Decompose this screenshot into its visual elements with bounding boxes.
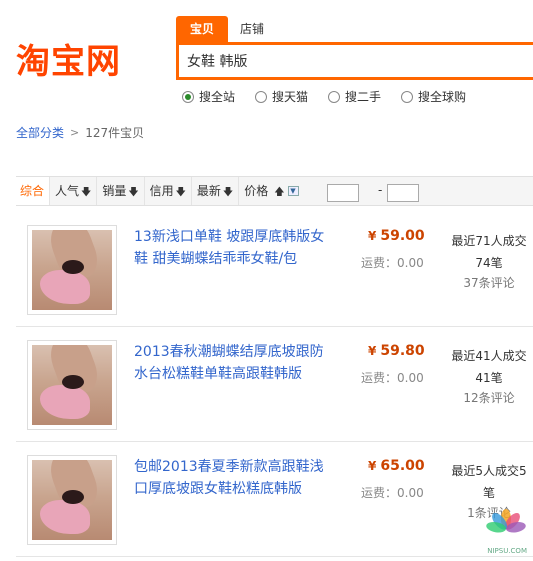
recent-sales: 最近41人成交41笔 bbox=[451, 349, 527, 385]
scope-label: 搜全球购 bbox=[418, 90, 467, 104]
sort-label: 价格 bbox=[244, 184, 269, 198]
price-min-input[interactable] bbox=[327, 184, 359, 202]
radio-icon[interactable] bbox=[401, 90, 414, 103]
sort-sales[interactable]: 销量 🡇 bbox=[97, 177, 145, 205]
product-price: ¥59.00 bbox=[368, 228, 425, 244]
search-tabs: 宝贝 店铺 bbox=[176, 16, 276, 42]
price-value: 65.00 bbox=[380, 458, 425, 474]
scope-tmall[interactable]: 搜天猫 bbox=[255, 88, 308, 105]
product-title[interactable]: 13新浅口单鞋 坡跟厚底韩版女鞋 甜美蝴蝶结乖乖女鞋/包 bbox=[134, 226, 326, 270]
review-count[interactable]: 12条评论 bbox=[449, 389, 529, 406]
product-title[interactable]: 2013春秋潮蝴蝶结厚底坡跟防水台松糕鞋单鞋高跟鞋韩版 bbox=[134, 341, 326, 385]
taobao-logo[interactable]: 淘宝网 bbox=[16, 42, 121, 82]
arrow-down-icon: 🡇 bbox=[175, 187, 186, 198]
watermark-text: NIPSU.COM bbox=[487, 547, 527, 555]
arrow-up-icon: 🡅 bbox=[274, 187, 285, 198]
shipping-fee: 运费：0.00 bbox=[361, 371, 424, 385]
scope-global[interactable]: 搜全球购 bbox=[401, 88, 466, 105]
scope-label: 搜天猫 bbox=[272, 90, 309, 104]
sort-bar: 综合 人气 🡇 销量 🡇 信用 🡇 最新 🡇 价格 🡅 ▼ - bbox=[16, 176, 533, 206]
price-value: 59.80 bbox=[380, 343, 425, 359]
product-price: ¥65.00 bbox=[368, 458, 425, 474]
review-count[interactable]: 37条评论 bbox=[449, 274, 529, 291]
arrow-down-icon: 🡇 bbox=[128, 187, 139, 198]
product-image[interactable] bbox=[27, 340, 117, 430]
radio-selected-icon[interactable] bbox=[182, 90, 194, 103]
shipping-fee: 运费：0.00 bbox=[361, 486, 424, 500]
tab-shops[interactable]: 店铺 bbox=[228, 16, 276, 42]
radio-icon[interactable] bbox=[328, 90, 341, 103]
tab-items[interactable]: 宝贝 bbox=[176, 16, 229, 42]
list-item: 包邮2013春夏季新款高跟鞋浅口厚底坡跟女鞋松糕底韩版 ¥65.00 运费：0.… bbox=[16, 442, 533, 557]
currency-symbol: ¥ bbox=[368, 229, 377, 243]
list-item: 13新浅口单鞋 坡跟厚底韩版女鞋 甜美蝴蝶结乖乖女鞋/包 ¥59.00 运费：0… bbox=[16, 212, 533, 327]
arrow-down-icon: 🡇 bbox=[81, 187, 92, 198]
search-input[interactable] bbox=[179, 45, 533, 77]
sort-credit[interactable]: 信用 🡇 bbox=[145, 177, 192, 205]
sort-default[interactable]: 综合 bbox=[16, 177, 51, 205]
search-scope: 搜全站 搜天猫 搜二手 搜全球购 bbox=[182, 88, 486, 105]
recent-sales: 最近71人成交74笔 bbox=[451, 234, 527, 270]
shipping-fee: 运费：0.00 bbox=[361, 256, 424, 270]
scope-second-hand[interactable]: 搜二手 bbox=[328, 88, 381, 105]
breadcrumb: 全部分类 > 127件宝贝 bbox=[16, 124, 144, 141]
dropdown-icon[interactable]: ▼ bbox=[287, 185, 299, 196]
list-item: 2013春秋潮蝴蝶结厚底坡跟防水台松糕鞋单鞋高跟鞋韩版 ¥59.80 运费：0.… bbox=[16, 327, 533, 442]
product-image[interactable] bbox=[27, 455, 117, 545]
price-max-input[interactable] bbox=[387, 184, 419, 202]
arrow-down-icon: 🡇 bbox=[222, 187, 234, 198]
sort-label: 人气 bbox=[55, 184, 80, 198]
scope-all-site[interactable]: 搜全站 bbox=[182, 88, 235, 105]
breadcrumb-all-categories[interactable]: 全部分类 bbox=[16, 124, 64, 141]
currency-symbol: ¥ bbox=[368, 344, 377, 358]
product-image[interactable] bbox=[27, 225, 117, 315]
price-value: 59.00 bbox=[380, 228, 425, 244]
radio-icon[interactable] bbox=[255, 90, 268, 103]
recent-sales: 最近5人成交5笔 bbox=[451, 464, 527, 500]
currency-symbol: ¥ bbox=[368, 459, 377, 473]
scope-label: 搜二手 bbox=[345, 90, 382, 104]
price-range-separator: - bbox=[378, 183, 383, 197]
sort-label: 销量 bbox=[102, 184, 127, 198]
result-list: 13新浅口单鞋 坡跟厚底韩版女鞋 甜美蝴蝶结乖乖女鞋/包 ¥59.00 运费：0… bbox=[16, 212, 533, 557]
result-count: 127件宝贝 bbox=[85, 126, 145, 140]
sort-price[interactable]: 价格 🡅 ▼ bbox=[239, 177, 303, 205]
sort-label: 最新 bbox=[196, 184, 221, 198]
scope-label: 搜全站 bbox=[199, 90, 236, 104]
sort-newest[interactable]: 最新 🡇 bbox=[192, 177, 240, 205]
product-title[interactable]: 包邮2013春夏季新款高跟鞋浅口厚底坡跟女鞋松糕底韩版 bbox=[134, 456, 326, 500]
search-box bbox=[176, 42, 533, 80]
sort-label: 信用 bbox=[149, 184, 174, 198]
sort-popularity[interactable]: 人气 🡇 bbox=[50, 177, 98, 205]
chevron-right-icon: > bbox=[70, 126, 80, 139]
product-price: ¥59.80 bbox=[368, 343, 425, 359]
